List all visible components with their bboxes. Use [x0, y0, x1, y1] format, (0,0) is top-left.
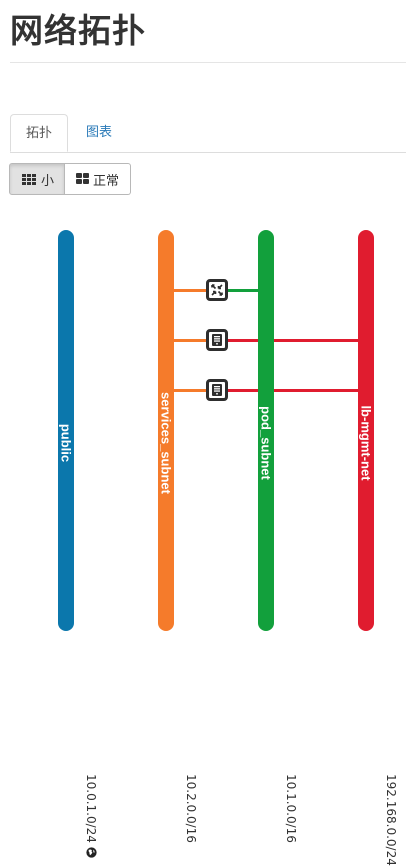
page-title: 网络拓扑: [10, 11, 146, 50]
link-instance-2-to-lb-mgmt: [228, 389, 362, 392]
link-services-to-instance-2: [174, 389, 207, 392]
network-name: services_subnet: [158, 392, 174, 494]
link-services-to-router: [174, 289, 207, 292]
normal-view-button[interactable]: 正常: [65, 163, 131, 195]
network-pod-subnet[interactable]: pod_subnet 10.1.0.0/16: [258, 230, 298, 843]
link-router-to-pod: [228, 289, 262, 292]
network-public[interactable]: public 10.0.1.0/24: [58, 230, 98, 858]
view-size-toggle: 小 正常: [9, 163, 131, 195]
grid-large-icon: [76, 173, 89, 184]
tab-topology[interactable]: 拓扑: [10, 114, 68, 152]
network-cidr: 10.2.0.0/16: [184, 774, 198, 843]
normal-view-label: 正常: [93, 173, 120, 189]
network-name: lb-mgmt-net: [358, 405, 374, 481]
title-divider: [10, 62, 406, 63]
instance-device-1[interactable]: [206, 329, 228, 351]
small-view-label: 小: [41, 173, 55, 189]
link-instance-1-to-lb-mgmt: [228, 339, 362, 342]
network-name: public: [58, 423, 74, 463]
small-view-button[interactable]: 小: [9, 163, 65, 195]
instance-device-2[interactable]: [206, 379, 228, 401]
network-name: pod_subnet: [258, 406, 274, 480]
network-lb-mgmt-net[interactable]: lb-mgmt-net 192.168.0.0/24: [358, 230, 398, 866]
server-icon: [212, 384, 222, 396]
link-services-to-instance-1: [174, 339, 207, 342]
network-cidr: 192.168.0.0/24: [384, 774, 398, 866]
router-device[interactable]: [206, 279, 228, 301]
network-cidr-public: 10.0.1.0/24: [84, 774, 98, 858]
tabs-baseline: [10, 152, 406, 153]
grid-small-icon: [22, 173, 36, 185]
network-cidr: 10.0.1.0/24: [84, 774, 98, 843]
network-services-subnet[interactable]: services_subnet 10.2.0.0/16: [158, 230, 198, 843]
tab-graph[interactable]: 图表: [72, 114, 126, 152]
network-cidr: 10.1.0.0/16: [284, 774, 298, 843]
server-icon: [212, 334, 222, 346]
router-icon: [211, 284, 223, 296]
globe-icon: [85, 847, 97, 858]
